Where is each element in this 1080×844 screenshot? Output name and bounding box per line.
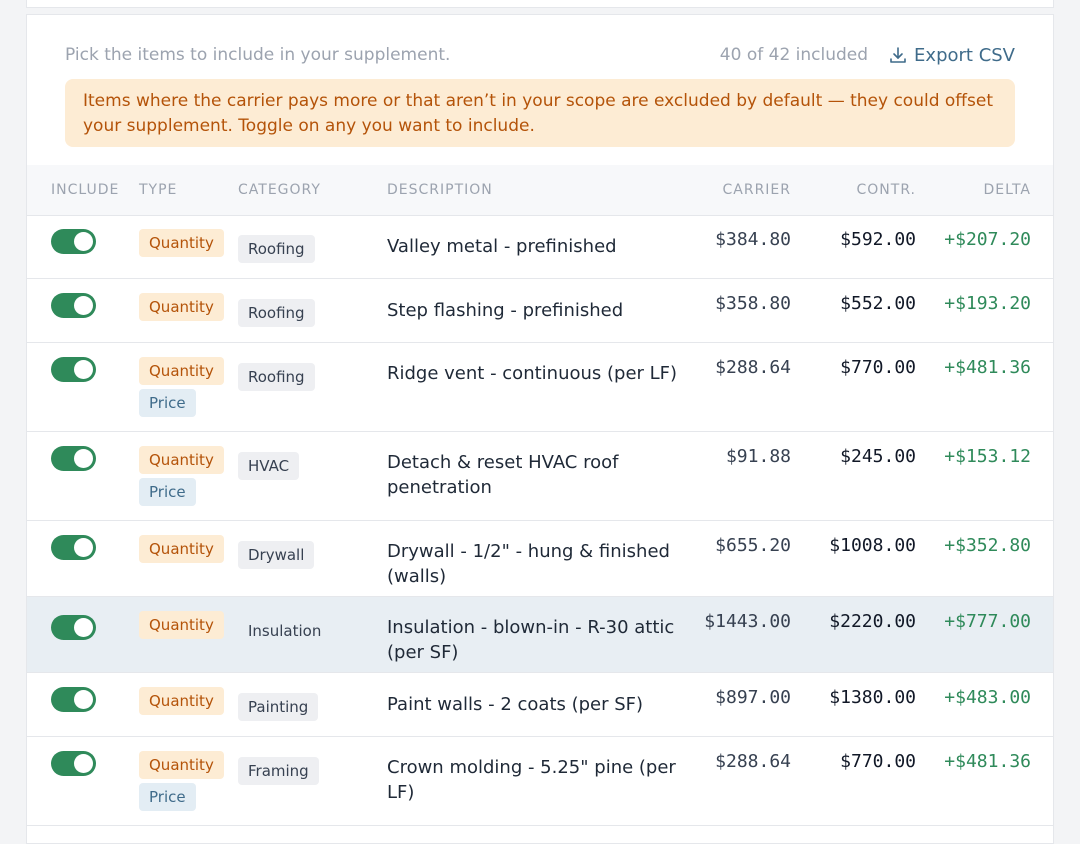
table-row[interactable]: Quantity Price Framing Crown molding - 5.25… — [27, 737, 1053, 826]
include-toggle[interactable] — [51, 687, 96, 712]
table-row[interactable]: Quantity Insulation Insulation - blown-in … — [27, 597, 1053, 673]
item-description: Crown molding - 5.25" pine (per LF) — [387, 757, 676, 803]
type-badge-quantity: Quantity — [139, 357, 224, 385]
column-header-delta: DELTA — [983, 182, 1031, 198]
card-header: Pick the items to include in your supple… — [65, 43, 1015, 67]
carrier-amount: $358.80 — [715, 293, 791, 314]
info-banner: Items where the carrier pays more or tha… — [65, 79, 1015, 147]
item-description: Insulation - blown-in - R-30 attic (per … — [387, 617, 675, 663]
contractor-amount: $770.00 — [840, 751, 916, 772]
delta-amount: +$193.20 — [944, 293, 1031, 314]
type-badge-quantity: Quantity — [139, 611, 224, 639]
contractor-amount: $1008.00 — [829, 535, 916, 556]
item-description: Drywall - 1/2" - hung & finished (walls) — [387, 541, 670, 587]
contractor-amount: $770.00 — [840, 357, 916, 378]
column-header-description: DESCRIPTION — [387, 182, 493, 198]
item-description: Detach & reset HVAC roof penetration — [387, 452, 619, 498]
export-csv-label: Export CSV — [914, 44, 1015, 66]
carrier-amount: $288.64 — [715, 751, 791, 772]
table-row[interactable]: Quantity Drywall Drywall - 1/2" - hung & f… — [27, 521, 1053, 597]
instructions-text: Pick the items to include in your supple… — [65, 45, 451, 65]
include-toggle[interactable] — [51, 229, 96, 254]
export-csv-button[interactable]: Export CSV — [888, 45, 1015, 66]
type-badge-quantity: Quantity — [139, 293, 224, 321]
previous-card-edge — [26, 0, 1054, 8]
header-actions: 40 of 42 included Export CSV — [720, 45, 1015, 66]
item-description: Ridge vent - continuous (per LF) — [387, 363, 678, 384]
type-badge-quantity: Quantity — [139, 687, 224, 715]
category-tag: Painting — [238, 693, 319, 721]
include-toggle[interactable] — [51, 357, 96, 382]
column-header-include: INCLUDE — [51, 182, 120, 198]
carrier-amount: $384.80 — [715, 229, 791, 250]
type-badge-quantity: Quantity — [139, 229, 224, 257]
column-header-contr: CONTR. — [856, 182, 916, 198]
delta-amount: +$207.20 — [944, 229, 1031, 250]
category-tag: Insulation — [248, 622, 322, 640]
include-toggle[interactable] — [51, 615, 96, 640]
include-toggle[interactable] — [51, 293, 96, 318]
table-header: INCLUDE TYPE CATEGORY DESCRIPTION CARRIE… — [27, 165, 1053, 216]
delta-amount: +$153.12 — [944, 446, 1031, 467]
included-count: 40 of 42 included — [719, 45, 869, 65]
category-tag: HVAC — [238, 452, 300, 480]
carrier-amount: $288.64 — [715, 357, 791, 378]
carrier-amount: $1443.00 — [704, 611, 791, 632]
download-icon — [890, 47, 906, 63]
item-description: Paint walls - 2 coats (per SF) — [387, 694, 644, 715]
type-badge-quantity: Quantity — [139, 751, 224, 779]
delta-amount: +$481.36 — [944, 751, 1031, 772]
column-header-carrier: CARRIER — [722, 182, 791, 198]
type-badge-price: Price — [139, 478, 196, 506]
delta-amount: +$777.00 — [944, 611, 1031, 632]
contractor-amount: $592.00 — [840, 229, 916, 250]
type-badge-price: Price — [139, 389, 196, 417]
include-toggle[interactable] — [51, 446, 96, 471]
delta-amount: +$352.80 — [944, 535, 1031, 556]
contractor-amount: $245.00 — [840, 446, 916, 467]
include-toggle[interactable] — [51, 751, 96, 776]
item-description: Step flashing - prefinished — [387, 300, 624, 321]
contractor-amount: $552.00 — [840, 293, 916, 314]
type-badge-quantity: Quantity — [139, 535, 224, 563]
category-tag: Drywall — [238, 541, 315, 569]
supplement-card: Pick the items to include in your supple… — [26, 14, 1054, 844]
carrier-amount: $655.20 — [715, 535, 791, 556]
contractor-amount: $2220.00 — [829, 611, 916, 632]
carrier-amount: $91.88 — [725, 446, 791, 467]
table-row[interactable]: Quantity Price HVAC Detach & reset HVAC roo… — [27, 432, 1053, 521]
category-tag: Roofing — [238, 235, 315, 263]
category-tag: Roofing — [238, 363, 315, 391]
delta-amount: +$481.36 — [944, 357, 1031, 378]
type-badge-price: Price — [139, 783, 196, 811]
column-header-category: CATEGORY — [238, 182, 321, 198]
carrier-amount: $897.00 — [715, 687, 791, 708]
item-description: Valley metal - prefinished — [387, 236, 617, 257]
contractor-amount: $1380.00 — [829, 687, 916, 708]
table-row[interactable]: Quantity Painting Paint walls - 2 coats (p… — [27, 673, 1053, 737]
column-header-type: TYPE — [139, 182, 178, 198]
type-badge-quantity: Quantity — [139, 446, 224, 474]
delta-amount: +$483.00 — [944, 687, 1031, 708]
category-tag: Framing — [238, 757, 319, 785]
category-tag: Roofing — [238, 299, 315, 327]
table-row[interactable]: Quantity Roofing Valley metal - prefinishe… — [27, 215, 1053, 279]
include-toggle[interactable] — [51, 535, 96, 560]
table-row[interactable]: Quantity Price Roofing Ridge vent - continu… — [27, 343, 1053, 432]
table-row[interactable]: Quantity Roofing Step flashing - prefinish… — [27, 279, 1053, 343]
